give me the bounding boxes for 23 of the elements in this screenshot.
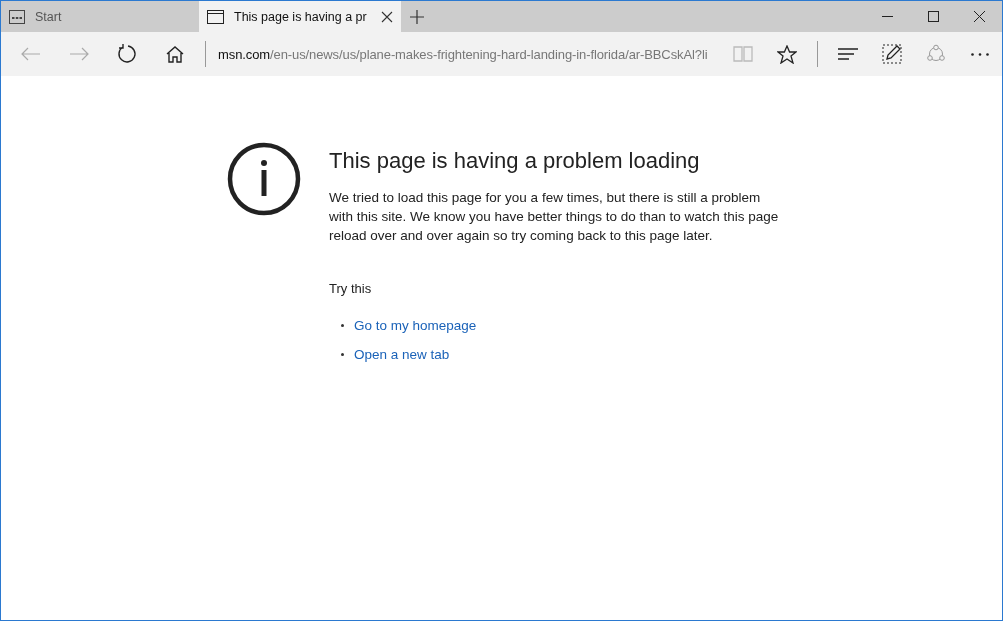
home-icon[interactable] [166, 45, 184, 63]
pen-note-icon[interactable] [882, 44, 902, 64]
plus-icon[interactable] [410, 9, 424, 24]
bullet-dot [341, 353, 344, 356]
star-icon[interactable] [777, 44, 797, 64]
close-icon[interactable] [381, 10, 393, 23]
address-bar[interactable]: msn.com/en-us/news/us/plane-makes-frightening-hard-landing-in-florida/ar-BBCskAl?li [218, 46, 721, 62]
try-this-heading: Try this [329, 281, 373, 296]
hub-lines-icon[interactable] [838, 48, 858, 60]
error-message: We tried to load this page for you a few times, but there is still a problem with this site. We know you have better things to do than to watch this page reload over and over again so try coming back to this page later. [329, 189, 779, 245]
suggestion-link[interactable]: Open a new tab [354, 347, 450, 362]
minimize-icon[interactable] [881, 16, 893, 17]
window-icon [207, 9, 224, 24]
browser-tab[interactable]: This page is having a pr [199, 1, 401, 32]
more-icon[interactable] [971, 52, 989, 56]
maximize-icon[interactable] [927, 11, 939, 22]
bullet-dot [341, 324, 344, 327]
refresh-icon[interactable] [117, 44, 137, 64]
grid-window-icon [9, 9, 25, 24]
info-icon [227, 142, 301, 216]
close-icon[interactable] [973, 11, 985, 22]
error-title: This page is having a problem loading [329, 148, 701, 174]
suggestion-link[interactable]: Go to my homepage [354, 318, 477, 333]
